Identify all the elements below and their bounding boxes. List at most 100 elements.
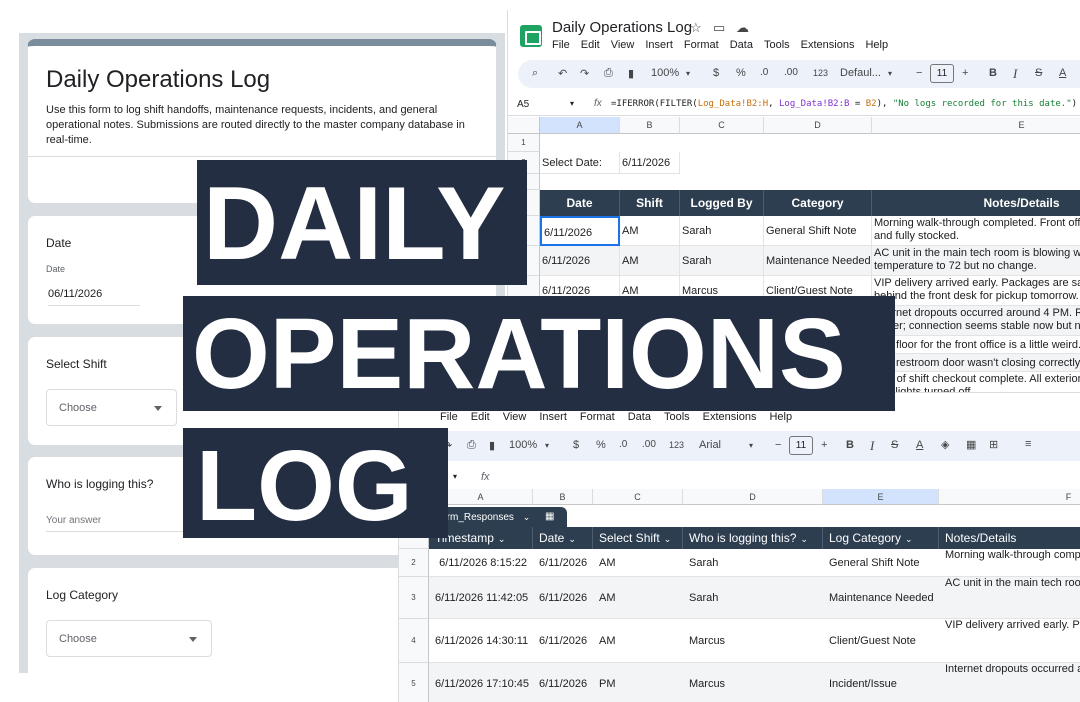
table-cell[interactable]: Incident/Issue	[823, 663, 939, 702]
grid-cell[interactable]: VIP delivery arrived early. Packages are…	[872, 276, 1080, 306]
merge-cells-icon[interactable]: ⊞	[989, 438, 998, 451]
increase-decimal-button[interactable]: .00	[642, 439, 656, 450]
row-header-1[interactable]: 1	[508, 134, 540, 152]
decrease-decimal-button[interactable]: .0	[619, 439, 627, 450]
top-menu-insert[interactable]: Insert	[645, 39, 673, 51]
zoom-select[interactable]: 100%	[651, 67, 679, 79]
table-cell[interactable]: Internet dropouts occurred around 4 PM. …	[939, 663, 1080, 702]
spreadsheet-title[interactable]: Daily Operations Log	[552, 19, 692, 36]
number-format-button[interactable]: 123	[813, 68, 828, 78]
bottom-menu-data[interactable]: Data	[628, 411, 651, 423]
chevron-down-icon[interactable]: ⌄	[905, 534, 913, 544]
table-view-icon[interactable]: ▦	[539, 507, 567, 527]
header-shift[interactable]: Shift	[620, 190, 680, 216]
bottom-menu-tools[interactable]: Tools	[664, 411, 690, 423]
bottom-menu-edit[interactable]: Edit	[471, 411, 490, 423]
top-menu-edit[interactable]: Edit	[581, 39, 600, 51]
select-date-label[interactable]: Select Date:	[540, 152, 620, 174]
top-menu-view[interactable]: View	[611, 39, 635, 51]
print-icon[interactable]: ⎙	[467, 439, 476, 452]
header-date[interactable]: Date	[540, 190, 620, 216]
table-cell[interactable]: 6/11/2026	[533, 577, 593, 619]
search-icon[interactable]: ⌕	[532, 67, 538, 80]
table-cell[interactable]: AM	[593, 577, 683, 619]
column-header-c[interactable]: C	[593, 489, 683, 505]
text-color-icon[interactable]: A	[916, 439, 923, 451]
formula-input[interactable]: =IFERROR(FILTER(Log_Data!B2:H, Log_Data!…	[611, 99, 1077, 109]
bottom-menu-extensions[interactable]: Extensions	[703, 411, 757, 423]
select-all-corner[interactable]	[508, 117, 540, 134]
column-header-d[interactable]: D	[764, 117, 872, 134]
bottom-menu-help[interactable]: Help	[769, 411, 792, 423]
grid-cell[interactable]: The restroom door wasn't closing correct…	[872, 354, 1080, 372]
table-cell[interactable]: AM	[593, 619, 683, 663]
table-cell[interactable]: General Shift Note	[823, 549, 939, 577]
zoom-select[interactable]: 100%	[509, 439, 537, 451]
row-header-5[interactable]: 5	[399, 663, 429, 702]
grid-cell[interactable]: Internet dropouts occurred around 4 PM. …	[872, 306, 1080, 336]
header-notes[interactable]: Notes/Details	[939, 527, 1080, 549]
increase-decimal-button[interactable]: .00	[784, 67, 798, 78]
decrease-decimal-button[interactable]: .0	[760, 67, 768, 78]
table-cell[interactable]: Sarah	[683, 549, 823, 577]
selected-cell-a5[interactable]: 6/11/2026	[540, 216, 620, 246]
table-cell[interactable]: 6/11/2026 8:15:22	[429, 549, 533, 577]
column-header-e[interactable]: E	[872, 117, 1080, 134]
table-cell[interactable]: Morning walk-through completed. Front of…	[939, 549, 1080, 577]
header-date[interactable]: Date ⌄	[533, 527, 593, 549]
paint-format-icon[interactable]: ▮	[489, 439, 495, 452]
table-cell[interactable]: PM	[593, 663, 683, 702]
table-cell[interactable]: 6/11/2026 11:42:05	[429, 577, 533, 619]
top-menu-help[interactable]: Help	[865, 39, 888, 51]
shift-select[interactable]: Choose	[46, 389, 177, 426]
undo-icon[interactable]: ↶	[558, 67, 567, 80]
percent-format-button[interactable]: %	[736, 67, 746, 79]
grid-cell[interactable]: Morning walk-through completed. Front of…	[872, 216, 1080, 246]
bold-icon[interactable]: B	[846, 439, 854, 451]
increase-font-size-button[interactable]: +	[962, 67, 968, 79]
table-cell[interactable]: Maintenance Needed	[823, 577, 939, 619]
borders-icon[interactable]: ▦	[966, 438, 976, 451]
table-cell[interactable]: Marcus	[683, 663, 823, 702]
header-who-logging[interactable]: Who is logging this? ⌄	[683, 527, 823, 549]
decrease-font-size-button[interactable]: −	[916, 67, 922, 79]
currency-format-button[interactable]: $	[573, 439, 579, 451]
top-menu-format[interactable]: Format	[684, 39, 719, 51]
bottom-menu-file[interactable]: File	[440, 411, 458, 423]
date-input[interactable]: 06/11/2026	[48, 288, 140, 306]
grid-cell[interactable]: AM	[620, 216, 680, 246]
cloud-status-icon[interactable]: ☁	[736, 20, 749, 36]
row-header-2[interactable]: 2	[399, 549, 429, 577]
fill-color-icon[interactable]: ◈	[941, 438, 949, 451]
grid-cell[interactable]: AM	[620, 246, 680, 276]
header-log-category[interactable]: Log Category ⌄	[823, 527, 939, 549]
chevron-down-icon[interactable]: ⌄	[664, 534, 672, 544]
column-header-b[interactable]: B	[620, 117, 680, 134]
bottom-menu-format[interactable]: Format	[580, 411, 615, 423]
font-size-input[interactable]: 11	[789, 436, 813, 455]
table-cell[interactable]: AC unit in the main tech room is blowing…	[939, 577, 1080, 619]
table-cell[interactable]: AM	[593, 549, 683, 577]
chevron-down-icon[interactable]: ⌄	[568, 534, 576, 544]
increase-font-size-button[interactable]: +	[821, 439, 827, 451]
column-header-b[interactable]: B	[533, 489, 593, 505]
table-cell[interactable]: VIP delivery arrived early. Packages are…	[939, 619, 1080, 663]
top-menu-tools[interactable]: Tools	[764, 39, 790, 51]
row-header-3[interactable]: 3	[399, 577, 429, 619]
chevron-down-icon[interactable]: ⌄	[800, 534, 808, 544]
header-category[interactable]: Category	[764, 190, 872, 216]
font-select[interactable]: Defaul...	[840, 67, 881, 79]
row-header-4[interactable]: 4	[399, 619, 429, 663]
chevron-down-icon[interactable]: ⌄	[498, 534, 506, 544]
who-answer-input[interactable]: Your answer	[46, 515, 206, 532]
font-size-input[interactable]: 11	[930, 64, 954, 83]
bottom-menu-insert[interactable]: Insert	[539, 411, 567, 423]
italic-icon[interactable]: I	[1013, 66, 1017, 82]
table-cell[interactable]: Marcus	[683, 619, 823, 663]
header-logged-by[interactable]: Logged By	[680, 190, 764, 216]
grid-cell[interactable]: Sarah	[680, 246, 764, 276]
font-select[interactable]: Arial	[699, 439, 721, 451]
header-notes[interactable]: Notes/Details	[872, 190, 1080, 216]
decrease-font-size-button[interactable]: −	[775, 439, 781, 451]
grid-cell[interactable]: The floor for the front office is a litt…	[872, 336, 1080, 354]
